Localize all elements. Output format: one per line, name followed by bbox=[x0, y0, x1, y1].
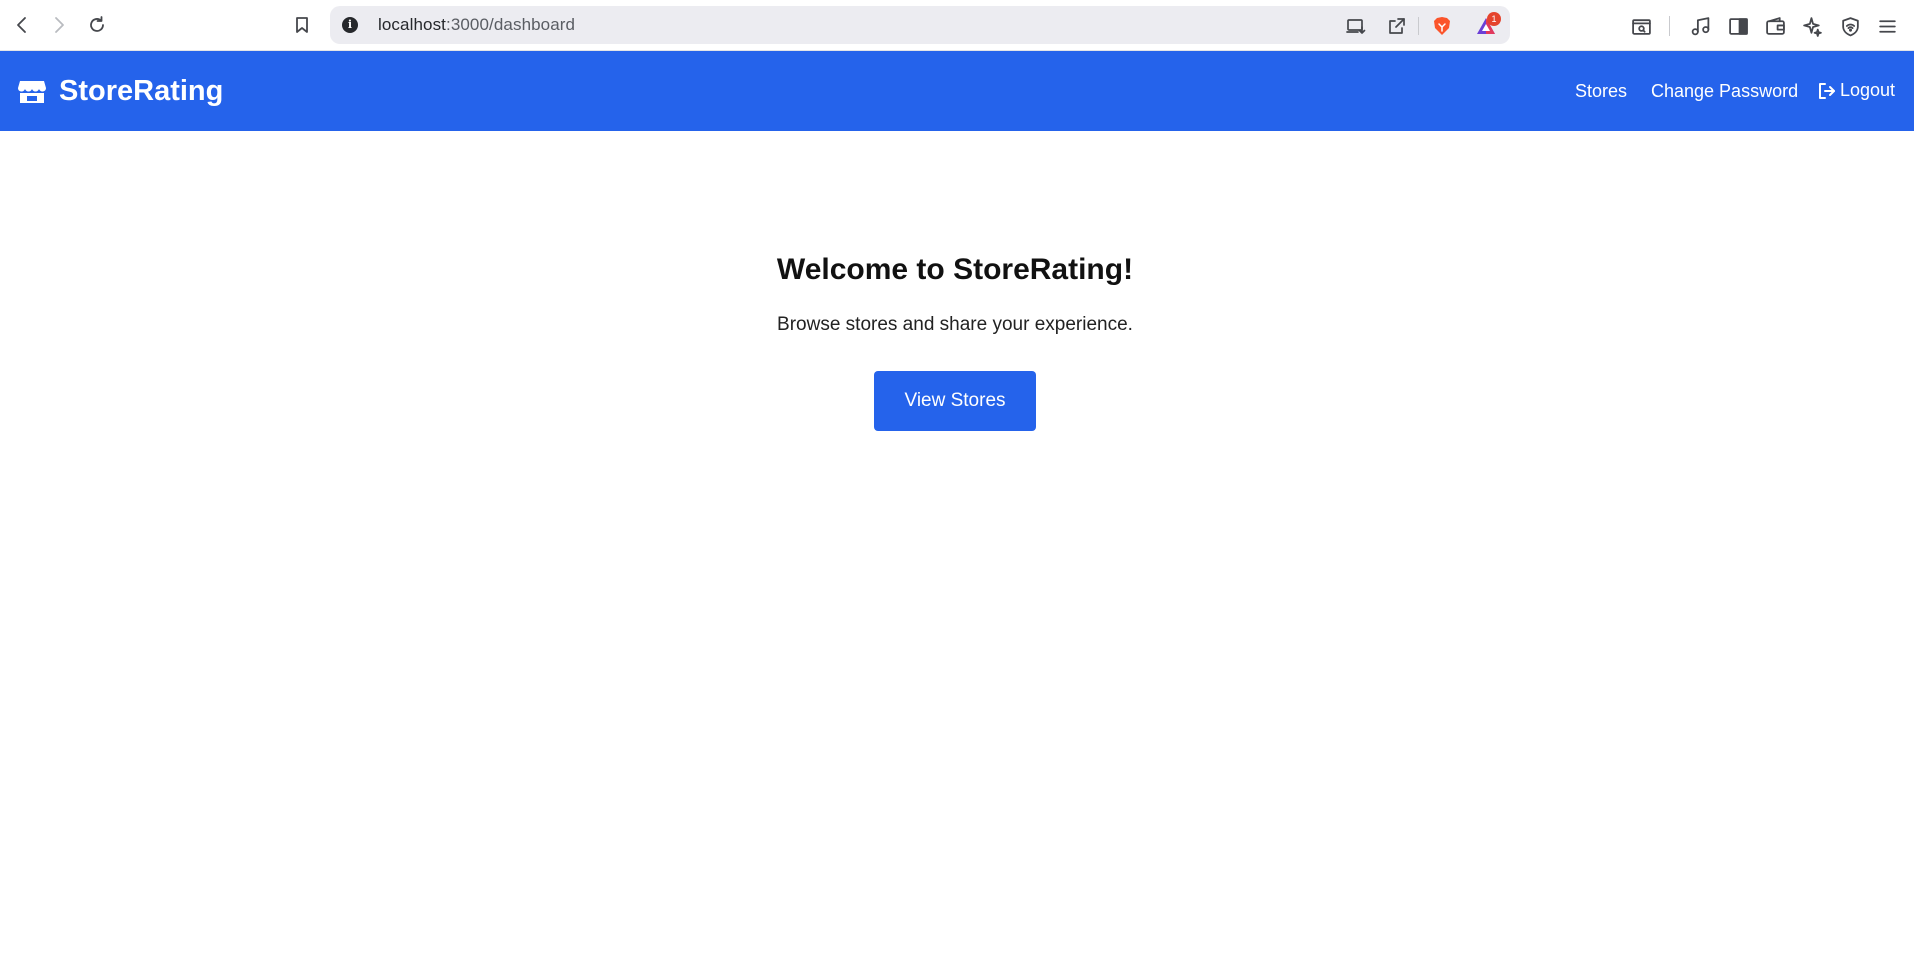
nav-link-stores[interactable]: Stores bbox=[1575, 81, 1627, 102]
logout-label: Logout bbox=[1840, 80, 1896, 100]
logout-icon bbox=[1819, 82, 1835, 99]
brand-name: StoreRating bbox=[59, 74, 224, 107]
url-path: :3000/dashboard bbox=[446, 15, 576, 34]
forward-icon[interactable] bbox=[45, 11, 73, 39]
browser-toolbar: i localhost:3000/dashboard 1 bbox=[0, 0, 1914, 51]
notification-badge: 1 bbox=[1487, 12, 1501, 26]
sidebar-icon[interactable] bbox=[1726, 14, 1750, 38]
store-icon bbox=[16, 75, 48, 107]
brave-shields-icon[interactable] bbox=[1431, 15, 1453, 37]
media-icon[interactable] bbox=[1688, 14, 1712, 38]
leo-ai-icon[interactable] bbox=[1800, 14, 1824, 38]
url-text[interactable]: localhost:3000/dashboard bbox=[378, 15, 575, 35]
bookmark-icon[interactable] bbox=[288, 11, 316, 39]
brave-rewards-icon[interactable]: 1 bbox=[1475, 12, 1501, 37]
toolbar-separator bbox=[1669, 16, 1670, 36]
menu-icon[interactable] bbox=[1875, 14, 1899, 38]
vpn-icon[interactable] bbox=[1838, 14, 1862, 38]
brand-link[interactable]: StoreRating bbox=[16, 71, 223, 111]
tab-search-icon[interactable] bbox=[1629, 14, 1653, 38]
site-info-icon[interactable]: i bbox=[342, 17, 358, 33]
url-host: localhost bbox=[378, 15, 446, 34]
dashboard-main: Welcome to StoreRating! Browse stores an… bbox=[0, 131, 1914, 966]
install-app-icon[interactable] bbox=[1345, 15, 1367, 37]
share-icon[interactable] bbox=[1386, 15, 1408, 37]
nav-link-logout[interactable]: Logout bbox=[1818, 80, 1895, 101]
nav-link-change-password[interactable]: Change Password bbox=[1651, 81, 1798, 102]
wallet-icon[interactable] bbox=[1763, 14, 1787, 38]
view-stores-button[interactable]: View Stores bbox=[874, 371, 1036, 431]
address-bar[interactable]: i localhost:3000/dashboard 1 bbox=[330, 6, 1510, 44]
back-icon[interactable] bbox=[8, 11, 36, 39]
page-title: Welcome to StoreRating! bbox=[776, 253, 1134, 286]
page-subtitle: Browse stores and share your experience. bbox=[777, 314, 1133, 335]
reload-icon[interactable] bbox=[83, 11, 111, 39]
address-separator bbox=[1418, 17, 1419, 35]
app-navbar: StoreRating Stores Change Password Logou… bbox=[0, 51, 1914, 131]
